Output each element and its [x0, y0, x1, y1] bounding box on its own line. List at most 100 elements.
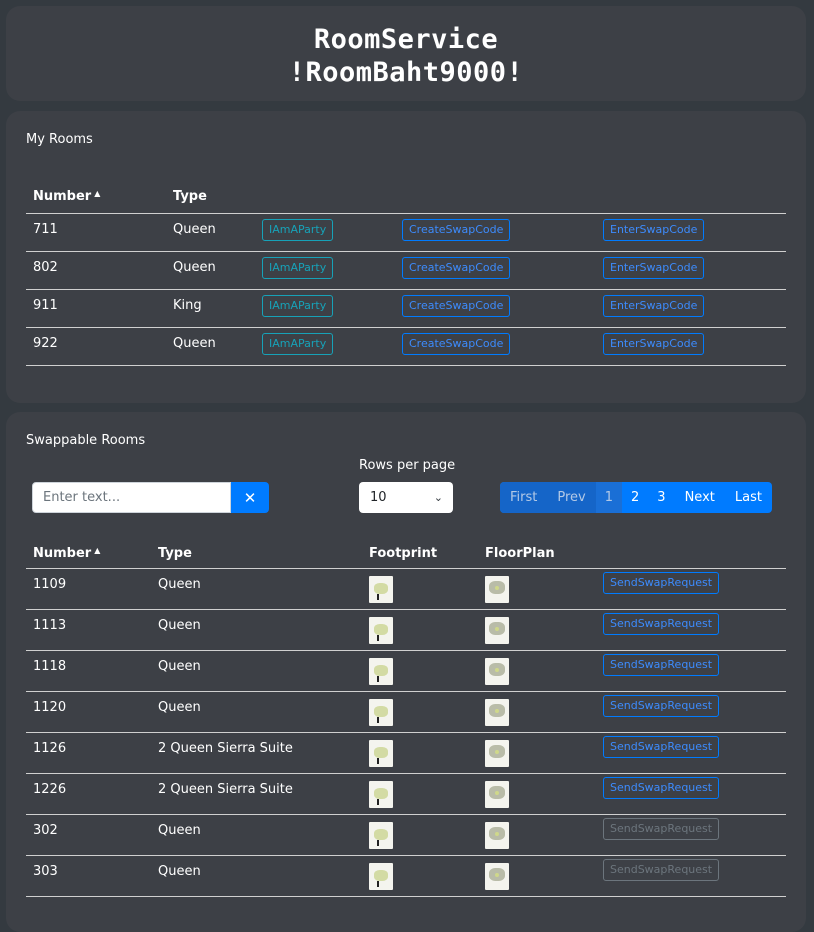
room-number: 302: [26, 813, 151, 855]
room-number: 802: [26, 250, 166, 289]
send-swap-request-button[interactable]: SendSwapRequest: [603, 612, 720, 635]
floorplan-image[interactable]: [485, 616, 509, 644]
room-type: Queen: [151, 813, 362, 855]
column-header-type[interactable]: Type: [166, 181, 255, 213]
table-row: 1113 Queen SendSwapRequest: [26, 608, 786, 650]
app-title-line1: RoomService: [313, 24, 499, 55]
floorplan-image[interactable]: [485, 780, 509, 808]
footprint-image[interactable]: [369, 780, 393, 808]
page-next-button[interactable]: Next: [675, 482, 725, 513]
table-row: 1226 2 Queen Sierra Suite SendSwapRequest: [26, 772, 786, 814]
search-group: ✕: [32, 482, 269, 513]
room-type: Queen: [151, 567, 362, 609]
footprint-image[interactable]: [369, 862, 393, 890]
header-card: RoomService !RoomBaht9000!: [6, 6, 806, 101]
search-input[interactable]: [32, 482, 231, 513]
swappable-rooms-table: Number ▲ Type Footprint FloorPlan 1109 Que…: [26, 540, 786, 897]
table-row: 1126 2 Queen Sierra Suite SendSwapRequest: [26, 731, 786, 773]
clear-search-button[interactable]: ✕: [231, 482, 269, 513]
send-swap-request-button[interactable]: SendSwapRequest: [603, 776, 720, 799]
page-3-button[interactable]: 3: [648, 482, 674, 513]
i-am-a-party-button[interactable]: IAmAParty: [262, 218, 334, 241]
enter-swap-code-button[interactable]: EnterSwapCode: [603, 256, 705, 279]
table-row: 911 King IAmAParty CreateSwapCode EnterSwapC…: [26, 288, 786, 327]
column-header-footprint[interactable]: Footprint: [362, 540, 478, 568]
chevron-down-icon: ⌄: [433, 491, 443, 504]
send-swap-request-button[interactable]: SendSwapRequest: [603, 735, 720, 758]
room-number: 1109: [26, 567, 151, 609]
footprint-image[interactable]: [369, 821, 393, 849]
table-row: 1120 Queen SendSwapRequest: [26, 690, 786, 732]
page-1-button[interactable]: 1: [595, 482, 623, 513]
table-row: 922 Queen IAmAParty CreateSwapCode EnterSwap…: [26, 326, 786, 366]
table-header-row: Number ▲ Type: [26, 181, 786, 213]
room-number: 1118: [26, 649, 151, 691]
swappable-rooms-card: Swappable Rooms ✕ Rows per page 10 ⌄ Fir…: [6, 412, 806, 932]
footprint-image[interactable]: [369, 575, 393, 603]
swappable-rooms-title: Swappable Rooms: [26, 433, 146, 448]
send-swap-request-button[interactable]: SendSwapRequest: [603, 694, 720, 717]
floorplan-image[interactable]: [485, 657, 509, 685]
footprint-image[interactable]: [369, 698, 393, 726]
enter-swap-code-button[interactable]: EnterSwapCode: [603, 294, 705, 317]
sort-asc-icon: ▲: [94, 546, 101, 556]
close-icon: ✕: [243, 488, 257, 507]
column-header-type[interactable]: Type: [151, 540, 362, 568]
page-first-button[interactable]: First: [500, 482, 548, 513]
my-rooms-table: Number ▲ Type 711 Queen IAmAParty CreateSwap…: [26, 181, 786, 366]
create-swap-code-button[interactable]: CreateSwapCode: [402, 332, 511, 355]
table-row: 302 Queen SendSwapRequest: [26, 813, 786, 855]
table-row: 303 Queen SendSwapRequest: [26, 854, 786, 897]
table-row: 1118 Queen SendSwapRequest: [26, 649, 786, 691]
table-row: 802 Queen IAmAParty CreateSwapCode EnterSwap…: [26, 250, 786, 289]
room-number: 1120: [26, 690, 151, 732]
column-header-number[interactable]: Number ▲: [26, 181, 166, 213]
room-type: Queen: [151, 854, 362, 897]
room-number: 303: [26, 854, 151, 897]
room-number: 1113: [26, 608, 151, 650]
app-title-line2: !RoomBaht9000!: [288, 57, 524, 88]
footprint-image[interactable]: [369, 739, 393, 767]
sort-asc-icon: ▲: [94, 189, 101, 199]
rows-per-page-select[interactable]: 10 ⌄: [359, 482, 453, 513]
i-am-a-party-button[interactable]: IAmAParty: [262, 256, 334, 279]
floorplan-image[interactable]: [485, 739, 509, 767]
floorplan-image[interactable]: [485, 575, 509, 603]
page-last-button[interactable]: Last: [725, 482, 772, 513]
send-swap-request-button[interactable]: SendSwapRequest: [603, 817, 720, 840]
page-2-button[interactable]: 2: [622, 482, 648, 513]
send-swap-request-button[interactable]: SendSwapRequest: [603, 858, 720, 881]
create-swap-code-button[interactable]: CreateSwapCode: [402, 256, 511, 279]
page-prev-button[interactable]: Prev: [547, 482, 596, 513]
enter-swap-code-button[interactable]: EnterSwapCode: [603, 332, 705, 355]
i-am-a-party-button[interactable]: IAmAParty: [262, 294, 334, 317]
create-swap-code-button[interactable]: CreateSwapCode: [402, 218, 511, 241]
room-number: 922: [26, 326, 166, 366]
room-type: 2 Queen Sierra Suite: [151, 731, 362, 773]
pagination: First Prev 1 2 3 Next Last: [500, 482, 772, 513]
footprint-image[interactable]: [369, 616, 393, 644]
table-row: 1109 Queen SendSwapRequest: [26, 567, 786, 609]
rows-per-page-value: 10: [370, 490, 387, 505]
create-swap-code-button[interactable]: CreateSwapCode: [402, 294, 511, 317]
room-number: 1126: [26, 731, 151, 773]
app-title: RoomService !RoomBaht9000!: [6, 23, 806, 89]
room-number: 1226: [26, 772, 151, 814]
room-type: King: [166, 288, 255, 327]
column-header-floorplan[interactable]: FloorPlan: [478, 540, 596, 568]
rows-per-page-label: Rows per page: [359, 458, 456, 473]
i-am-a-party-button[interactable]: IAmAParty: [262, 332, 334, 355]
floorplan-image[interactable]: [485, 821, 509, 849]
column-header-number[interactable]: Number ▲: [26, 540, 151, 568]
floorplan-image[interactable]: [485, 698, 509, 726]
room-type: Queen: [151, 690, 362, 732]
my-rooms-card: My Rooms Number ▲ Type 711 Queen IAmAParty C…: [6, 111, 806, 403]
footprint-image[interactable]: [369, 657, 393, 685]
floorplan-image[interactable]: [485, 862, 509, 890]
room-type: 2 Queen Sierra Suite: [151, 772, 362, 814]
enter-swap-code-button[interactable]: EnterSwapCode: [603, 218, 705, 241]
room-type: Queen: [166, 212, 255, 251]
send-swap-request-button[interactable]: SendSwapRequest: [603, 653, 720, 676]
room-type: Queen: [166, 326, 255, 366]
send-swap-request-button[interactable]: SendSwapRequest: [603, 571, 720, 594]
